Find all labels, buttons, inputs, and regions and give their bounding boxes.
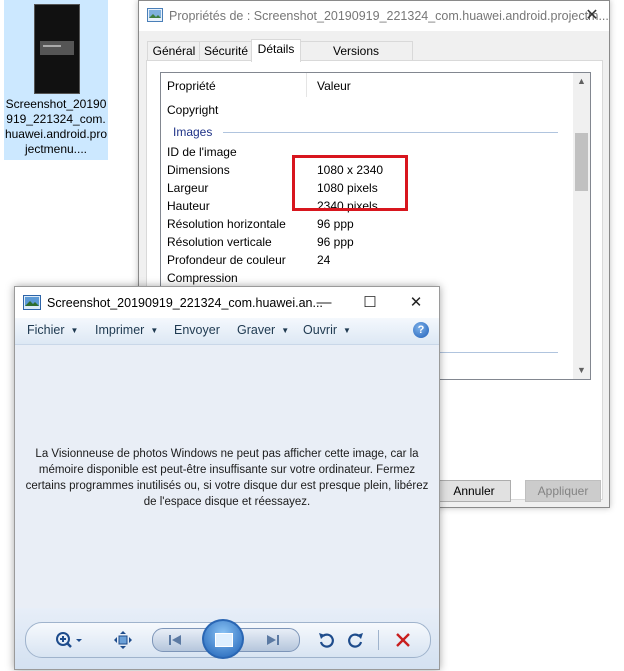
menu-ouvrir[interactable]: Ouvrir ▼	[303, 323, 351, 337]
fit-window-icon[interactable]	[114, 631, 132, 649]
row-vres-label: Résolution verticale	[167, 235, 272, 249]
row-bitdepth-label: Profondeur de couleur	[167, 253, 286, 267]
previous-icon[interactable]	[167, 633, 183, 647]
row-height-label: Hauteur	[167, 199, 210, 213]
menu-envoyer[interactable]: Envoyer	[174, 323, 220, 337]
rotate-left-icon[interactable]	[318, 631, 334, 649]
tab-versions-precedentes[interactable]: Versions précédentes	[299, 41, 413, 77]
close-icon[interactable]: ✕	[579, 3, 605, 29]
row-hres-value: 96 ppp	[317, 217, 354, 231]
zoom-icon[interactable]	[54, 631, 84, 649]
tab-details[interactable]: Détails	[251, 39, 301, 62]
toolbar-divider	[378, 630, 379, 650]
scroll-down-icon[interactable]: ▼	[573, 362, 590, 379]
close-icon[interactable]: ✕	[393, 287, 439, 318]
menu-graver[interactable]: Graver ▼	[237, 323, 289, 337]
tab-general[interactable]: Général	[147, 41, 201, 61]
menu-ouvrir-label: Ouvrir	[303, 323, 338, 337]
image-file-icon	[147, 8, 163, 22]
menu-imprimer-label: Imprimer	[95, 323, 145, 337]
next-icon[interactable]	[265, 633, 281, 647]
apply-button[interactable]: Appliquer	[525, 480, 601, 502]
cancel-button[interactable]: Annuler	[437, 480, 511, 502]
column-divider	[306, 73, 307, 97]
chevron-down-icon: ▼	[70, 326, 79, 335]
scrollbar-thumb[interactable]	[575, 133, 588, 191]
menu-envoyer-label: Envoyer	[174, 323, 220, 337]
properties-titlebar[interactable]: Propriétés de : Screenshot_20190919_2213…	[139, 1, 609, 31]
image-area: La Visionneuse de photos Windows ne peut…	[15, 345, 439, 608]
photo-viewer-window: Screenshot_20190919_221324_com.huawei.an…	[14, 286, 440, 670]
row-compression-label: Compression	[167, 271, 238, 285]
menu-fichier[interactable]: Fichier ▼	[27, 323, 78, 337]
delete-icon[interactable]	[394, 631, 412, 649]
row-copyright-label: Copyright	[167, 103, 219, 117]
row-width-label: Largeur	[167, 181, 209, 195]
photo-viewer-icon	[23, 295, 41, 310]
highlight-box	[292, 155, 408, 211]
error-message: La Visionneuse de photos Windows ne peut…	[25, 448, 429, 508]
menu-imprimer[interactable]: Imprimer ▼	[95, 323, 158, 337]
menu-fichier-label: Fichier	[27, 323, 65, 337]
rotate-right-icon[interactable]	[348, 631, 364, 649]
row-hres-label: Résolution horizontale	[167, 217, 286, 231]
row-image-id-label: ID de l'image	[167, 145, 237, 159]
viewer-menubar: Fichier ▼ Imprimer ▼ Envoyer Graver ▼ Ouvri…	[15, 318, 439, 345]
section-header-images: Images	[173, 125, 213, 139]
menu-graver-label: Graver	[237, 323, 276, 337]
help-icon[interactable]: ?	[413, 322, 429, 338]
tab-securite[interactable]: Sécurité	[199, 41, 253, 61]
chevron-down-icon: ▼	[150, 326, 159, 335]
viewer-controls	[15, 608, 439, 669]
properties-title: Propriétés de : Screenshot_20190919_2213…	[169, 9, 609, 23]
viewer-titlebar[interactable]: Screenshot_20190919_221324_com.huawei.an…	[15, 287, 439, 318]
row-vres-value: 96 ppp	[317, 235, 354, 249]
row-dimensions-label: Dimensions	[167, 163, 230, 177]
scroll-up-icon[interactable]: ▲	[573, 73, 590, 90]
image-thumbnail	[34, 4, 80, 94]
chevron-down-icon: ▼	[343, 326, 351, 335]
desktop-file-label: Screenshot_20190919_221324_com.huawei.an…	[4, 97, 108, 156]
chevron-down-icon: ▼	[281, 326, 290, 335]
row-bitdepth-value: 24	[317, 253, 331, 267]
column-header-property[interactable]: Propriété	[167, 79, 216, 93]
minimize-icon[interactable]: —	[301, 287, 347, 318]
control-bar	[25, 619, 431, 659]
slideshow-icon[interactable]	[202, 619, 244, 659]
desktop-file-icon[interactable]: Screenshot_20190919_221324_com.huawei.an…	[4, 0, 108, 160]
vertical-scrollbar[interactable]: ▲ ▼	[573, 73, 590, 379]
maximize-icon[interactable]: ☐	[347, 287, 393, 318]
section-divider	[223, 132, 558, 133]
column-header-value[interactable]: Valeur	[317, 79, 351, 93]
viewer-title: Screenshot_20190919_221324_com.huawei.an…	[47, 296, 323, 310]
